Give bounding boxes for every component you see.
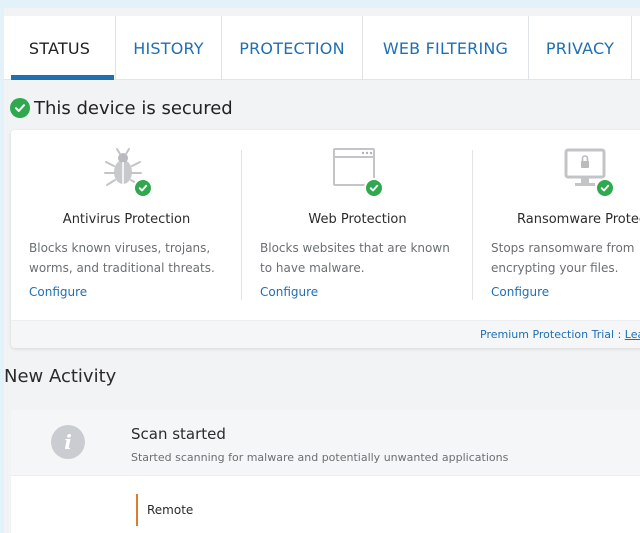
tab-protection[interactable]: PROTECTION (222, 16, 363, 80)
app-frame: STATUS HISTORY PROTECTION WEB FILTERING … (4, 8, 640, 533)
card-description: Blocks known viruses, trojans, worms, an… (29, 241, 215, 275)
check-badge-icon (364, 178, 384, 198)
web-protection-card: Web Protection Blocks websites that are … (242, 130, 473, 320)
new-activity-heading: New Activity (4, 366, 117, 387)
ransomware-card: Ransomware Protection Stops ransomware f… (473, 130, 640, 320)
tab-web-filtering[interactable]: WEB FILTERING (363, 16, 529, 80)
learn-more-link[interactable]: Learn More (625, 328, 640, 341)
trial-text: Premium Protection Trial : Learn More (480, 328, 640, 341)
list-item[interactable]: i Scan started Started scanning for malw… (11, 410, 640, 476)
card-description: Stops ransomware from encrypting your fi… (491, 241, 635, 275)
activity-card: i Scan started Started scanning for malw… (11, 410, 640, 533)
check-badge-icon (133, 178, 153, 198)
tab-history[interactable]: HISTORY (116, 16, 222, 80)
card-title: Web Protection (308, 212, 407, 227)
activity-item-description: Started scanning for malware and potenti… (131, 451, 509, 464)
locked-monitor-icon (563, 146, 615, 198)
configure-antivirus-link[interactable]: Configure (29, 285, 87, 299)
active-tab-indicator (11, 75, 114, 80)
activity-source: Remote (136, 494, 193, 526)
activity-item-title: Scan started (131, 425, 226, 443)
card-title: Antivirus Protection (62, 212, 191, 227)
protection-panel: Antivirus Protection Blocks known viruse… (11, 130, 640, 348)
browser-window-icon (332, 146, 384, 198)
check-badge-icon (595, 178, 615, 198)
configure-ransomware-link[interactable]: Configure (491, 285, 549, 299)
trial-bar: Premium Protection Trial : Learn More (11, 320, 640, 348)
tab-privacy[interactable]: PRIVACY (529, 16, 632, 80)
tab-bar: STATUS HISTORY PROTECTION WEB FILTERING … (4, 16, 640, 80)
status-title: This device is secured (34, 97, 233, 119)
trial-label: Premium Protection Trial : (480, 328, 625, 341)
bug-icon (101, 146, 153, 198)
tab-status[interactable]: STATUS (4, 16, 116, 80)
antivirus-card: Antivirus Protection Blocks known viruse… (11, 130, 242, 320)
info-icon: i (51, 425, 85, 459)
card-title: Ransomware Protection (517, 212, 640, 227)
check-circle-icon (10, 98, 30, 118)
card-description: Blocks websites that are known to have m… (260, 241, 450, 275)
status-heading: This device is secured (10, 97, 233, 119)
configure-web-protection-link[interactable]: Configure (260, 285, 318, 299)
